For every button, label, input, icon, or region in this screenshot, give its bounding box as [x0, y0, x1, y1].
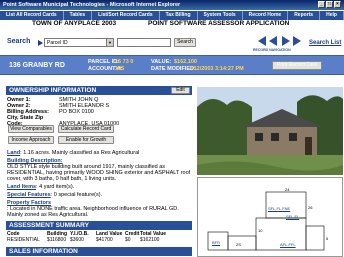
special-features-link[interactable]: Special Features	[7, 192, 51, 198]
maximize-icon[interactable]: □	[326, 1, 333, 8]
property-photo	[197, 87, 343, 175]
search-list-link[interactable]: Search List	[309, 40, 341, 46]
property-factors-text: : Located in NONE traffic area. Neighbor…	[7, 206, 179, 219]
ownership-header: OWNERSHIP INFORMATION	[6, 86, 192, 95]
sketch-label: 2S	[236, 242, 241, 247]
town-name: TOWN OF ANYPLACE 2003	[32, 20, 117, 27]
land-items-summary: Land Items: 4 yard item(s).	[7, 184, 75, 190]
sales-information-header: SALES INFORMATION	[6, 247, 192, 256]
account-value: 135	[115, 66, 125, 72]
menu-item-reports[interactable]: Reports	[288, 11, 321, 20]
menu-item-record-home[interactable]: Record Home	[243, 11, 289, 20]
search-label: Search	[7, 38, 31, 45]
property-address: 136 GRANBY RD	[9, 62, 65, 69]
app-name: POINT SOFTWARE ASSESSOR APPLICATION	[148, 20, 290, 27]
edit-ownership-button[interactable]: Edit	[171, 87, 190, 94]
last-record-icon[interactable]	[293, 36, 301, 46]
main-menu: List All Record Cards Tables List/Sort R…	[0, 11, 344, 20]
sketch-label: AFL,FFL	[280, 242, 296, 247]
record-navigation-label: RECORD NAVIGATION	[253, 48, 291, 52]
sketch-label: 10	[258, 228, 263, 233]
sketch-label: 24	[285, 187, 290, 192]
previous-record-icon[interactable]	[269, 36, 277, 46]
arrow-right-icon	[38, 40, 43, 46]
close-icon[interactable]: ×	[334, 1, 341, 8]
sketch-label: 5	[326, 236, 329, 241]
land-items-link[interactable]: Land Items	[7, 184, 36, 190]
value-amount: $162,100	[174, 59, 197, 65]
view-comparables-button[interactable]: View Comparables	[8, 125, 54, 133]
menu-item-tax-billing[interactable]: Tax Billing	[160, 11, 198, 20]
menu-item-help[interactable]: Help	[320, 11, 344, 20]
sketch-label: SFL,FL	[286, 214, 300, 219]
parcel-id-value: 16 73 0	[115, 59, 134, 65]
value-label: VALUE:	[151, 59, 172, 65]
date-modified-value: 7/12/2003 3:14:27 PM	[189, 66, 244, 72]
income-approach-button[interactable]: Income Approach	[8, 136, 54, 144]
special-features-summary: Special Features: 0 special feature(s).	[7, 192, 103, 198]
menu-item-list-all[interactable]: List All Record Cards	[0, 11, 64, 20]
menu-item-system-tools[interactable]: System Tools	[198, 11, 243, 20]
assessment-summary-header: ASSESSMENT SUMMARY	[6, 221, 192, 230]
sketch-label: 26	[308, 205, 313, 210]
menu-item-tables[interactable]: Tables	[64, 11, 93, 20]
land-link[interactable]: Land	[7, 150, 20, 156]
first-record-icon[interactable]	[258, 36, 266, 46]
search-field-select[interactable]: Parcel ID ▼	[44, 38, 114, 47]
building-sketch: 24 SFL,FL,FNE SFL,FL 26 10 BFR 2S AFL,FF…	[197, 177, 343, 257]
search-button[interactable]: Search	[174, 38, 196, 47]
next-record-icon[interactable]	[282, 36, 290, 46]
search-toolbar: Search Parcel ID ▼ Search RECORD NAVIGATI…	[0, 31, 344, 53]
town-header: TOWN OF ANYPLACE 2003 POINT SOFTWARE ASS…	[0, 20, 344, 30]
chevron-down-icon[interactable]: ▼	[106, 39, 113, 46]
calculate-record-card-button[interactable]: Calculate Record Card	[58, 125, 114, 133]
minimize-icon[interactable]: _	[318, 1, 325, 8]
print-record-card-button[interactable]: Print Record Card	[272, 61, 322, 70]
sketch-label: SFL,FL,FNE	[268, 206, 291, 211]
parcel-summary-bar: 136 GRANBY RD PARCEL ID: 16 73 0 ACCOUNT…	[0, 55, 344, 75]
sketch-label: BFR	[212, 240, 220, 245]
window-title: Point Software Municipal Technologies - …	[3, 2, 181, 8]
building-description-text: OLD STYLE style building built around 19…	[7, 164, 191, 183]
menu-item-list-sort[interactable]: List/Sort Record Cards	[92, 11, 160, 20]
window-title-bar: Point Software Municipal Technologies - …	[0, 0, 344, 10]
enable-for-growth-button[interactable]: Enable for Growth	[58, 136, 114, 144]
land-summary: Land: 1.16 acres. Mainly classified as R…	[7, 150, 140, 156]
search-input[interactable]	[117, 38, 171, 47]
